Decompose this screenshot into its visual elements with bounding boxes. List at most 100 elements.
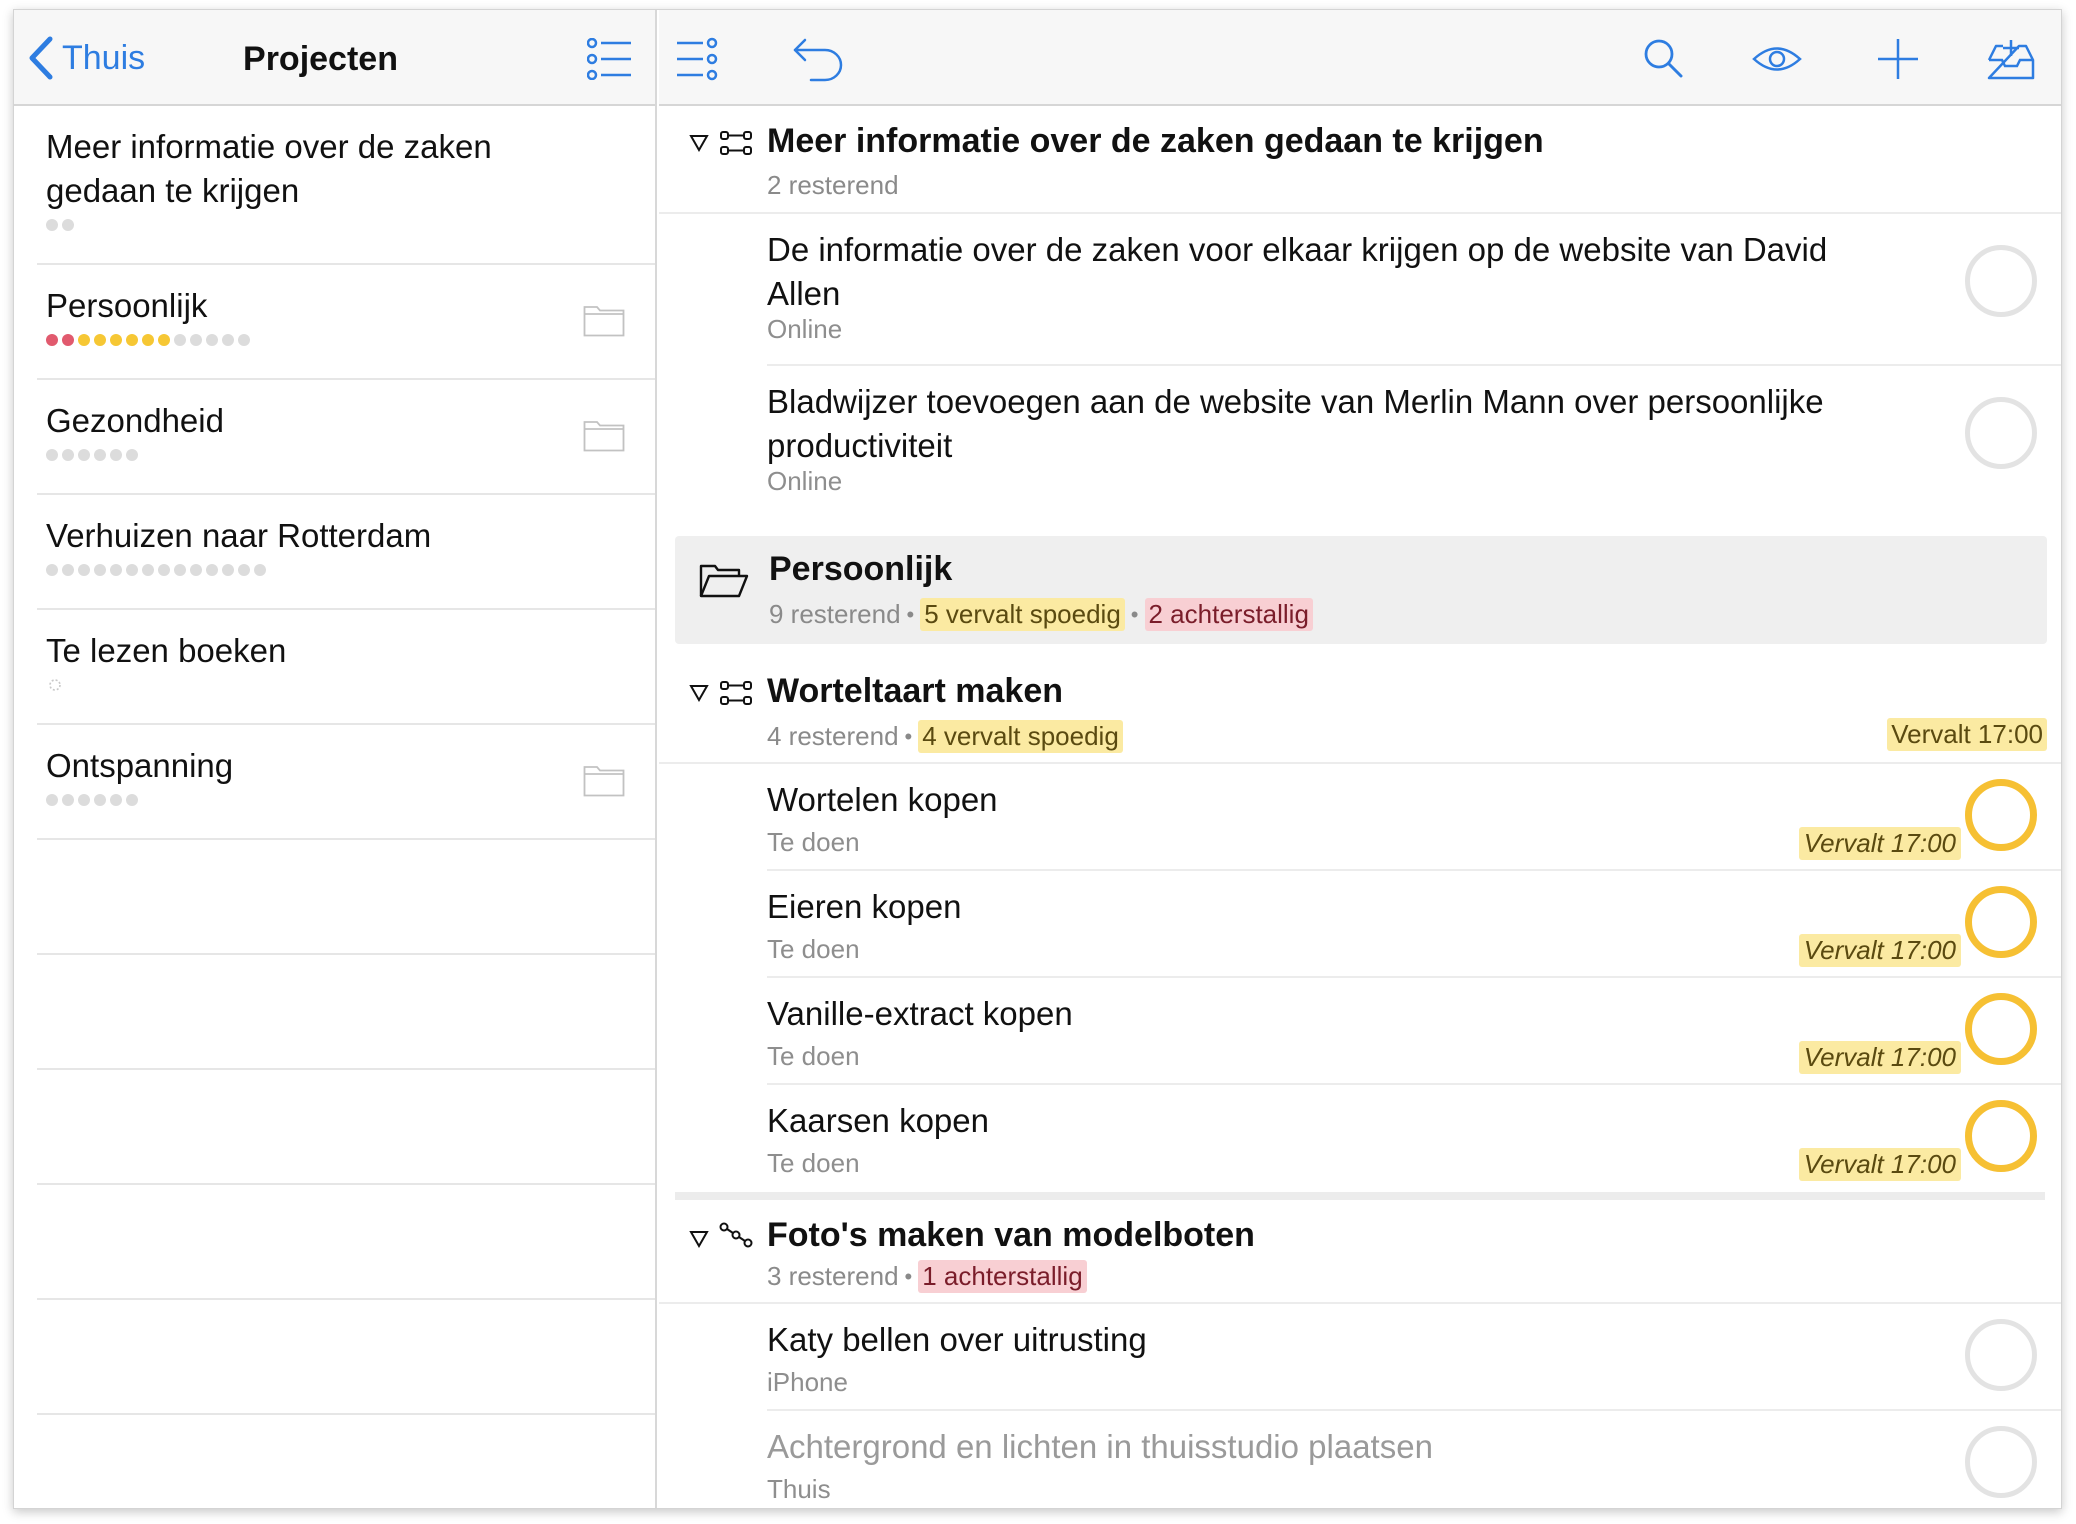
status-dot	[94, 449, 106, 461]
folder-summary: 9 resterend • 5 vervalt spoedig • 2 acht…	[769, 598, 1313, 631]
task-checkbox[interactable]	[1965, 397, 2037, 469]
separator: •	[906, 601, 915, 627]
task-due-badge: Vervalt 17:00	[1798, 1148, 1961, 1181]
status-dot	[46, 794, 58, 806]
status-dot	[142, 334, 154, 346]
empty-project-spinner-icon	[49, 679, 61, 691]
status-dot	[158, 564, 170, 576]
status-dot	[190, 334, 202, 346]
task-row[interactable]: Eieren kopen Te doen Vervalt 17:00	[767, 871, 2061, 978]
project-name: Ontspanning	[46, 747, 234, 784]
disclosure-triangle-icon[interactable]	[689, 1230, 709, 1248]
status-dot	[110, 794, 122, 806]
task-context: Te doen	[767, 1148, 860, 1178]
separator: •	[904, 723, 913, 749]
view-options-icon[interactable]	[675, 36, 719, 82]
project-row-worteltaart[interactable]: Worteltaart maken 4 resterend • 4 verval…	[659, 656, 2061, 764]
remaining-count: 3 resterend	[767, 1261, 899, 1291]
remaining-count: 4 resterend	[767, 721, 899, 751]
task-row[interactable]: Vanille-extract kopen Te doen Vervalt 17…	[767, 978, 2061, 1085]
status-dot	[78, 794, 90, 806]
task-context: iPhone	[767, 1367, 848, 1397]
project-title: Meer informatie over de zaken gedaan te …	[767, 122, 1544, 160]
project-title: Worteltaart maken	[767, 672, 1064, 710]
list-view-icon[interactable]	[587, 38, 633, 80]
project-status-dots	[46, 794, 138, 806]
empty-list-row	[37, 1300, 655, 1415]
separator: •	[1130, 601, 1139, 627]
sequential-project-icon	[720, 681, 752, 705]
task-checkbox-due[interactable]	[1965, 1100, 2037, 1172]
task-row[interactable]: De informatie over de zaken voor elkaar …	[767, 214, 2061, 366]
task-title: Wortelen kopen	[767, 781, 998, 818]
sequential-project-icon	[720, 131, 752, 155]
status-dot	[126, 334, 138, 346]
task-title: Kaarsen kopen	[767, 1102, 989, 1139]
project-name: Gezondheid	[46, 402, 224, 439]
task-row-unavailable[interactable]: Achtergrond en lichten in thuisstudio pl…	[767, 1411, 2061, 1508]
outline-pane: Meer informatie over de zaken gedaan te …	[659, 10, 2061, 1508]
status-dot	[62, 334, 74, 346]
status-dot	[190, 564, 202, 576]
disclosure-triangle-icon[interactable]	[689, 134, 709, 152]
status-dot	[158, 334, 170, 346]
task-row[interactable]: Wortelen kopen Te doen Vervalt 17:00	[767, 764, 2061, 871]
folder-row-persoonlijk[interactable]: Persoonlijk 9 resterend • 5 vervalt spoe…	[675, 536, 2047, 644]
remaining-count: 9 resterend	[769, 599, 901, 629]
project-item-meer-informatie[interactable]: Meer informatie over de zaken gedaan te …	[37, 106, 655, 265]
project-row-fotos-modelboten[interactable]: Foto's maken van modelboten 3 resterend …	[659, 1200, 2061, 1304]
status-dot	[206, 564, 218, 576]
task-context: Te doen	[767, 827, 860, 857]
task-checkbox[interactable]	[1965, 1426, 2037, 1498]
empty-list-row	[37, 840, 655, 955]
task-checkbox-due[interactable]	[1965, 886, 2037, 958]
project-name: Persoonlijk	[46, 287, 208, 324]
status-dot	[94, 334, 106, 346]
status-dot	[238, 564, 250, 576]
search-icon[interactable]	[1643, 36, 1683, 82]
task-checkbox-due[interactable]	[1965, 779, 2037, 851]
task-due-badge: Vervalt 17:00	[1798, 827, 1961, 860]
status-dot	[62, 794, 74, 806]
add-icon[interactable]	[1877, 36, 1919, 82]
sidebar-title: Projecten	[243, 40, 398, 78]
task-checkbox-due[interactable]	[1965, 993, 2037, 1065]
inbox-add-icon[interactable]	[1987, 36, 2035, 82]
project-item-persoonlijk[interactable]: Persoonlijk	[37, 265, 655, 380]
main-toolbar	[659, 10, 2061, 106]
project-row-meer-informatie[interactable]: Meer informatie over de zaken gedaan te …	[659, 106, 2061, 214]
status-dot	[78, 564, 90, 576]
undo-icon[interactable]	[791, 36, 847, 82]
disclosure-triangle-icon[interactable]	[689, 684, 709, 702]
status-dot	[206, 334, 218, 346]
parallel-project-icon	[719, 1222, 753, 1248]
task-checkbox[interactable]	[1965, 1319, 2037, 1391]
project-status-dots	[46, 334, 250, 346]
task-row[interactable]: Katy bellen over uitrusting iPhone	[767, 1304, 2061, 1411]
project-item-ontspanning[interactable]: Ontspanning	[37, 725, 655, 840]
status-dot	[46, 564, 58, 576]
project-status-dots	[46, 219, 74, 231]
status-dot	[126, 449, 138, 461]
task-title: Bladwijzer toevoegen aan de website van …	[767, 383, 1824, 464]
project-item-te-lezen-boeken[interactable]: Te lezen boeken	[37, 610, 655, 725]
task-context: Te doen	[767, 934, 860, 964]
due-soon-badge: 5 vervalt spoedig	[920, 598, 1125, 631]
folder-icon	[583, 421, 625, 452]
task-row[interactable]: Bladwijzer toevoegen aan de website van …	[767, 366, 2061, 516]
project-item-gezondheid[interactable]: Gezondheid	[37, 380, 655, 495]
project-item-verhuizen[interactable]: Verhuizen naar Rotterdam	[37, 495, 655, 610]
folder-title: Persoonlijk	[769, 550, 953, 588]
task-checkbox[interactable]	[1965, 245, 2037, 317]
eye-icon[interactable]	[1752, 36, 1802, 82]
task-row[interactable]: Kaarsen kopen Te doen Vervalt 17:00	[767, 1085, 2061, 1192]
separator: •	[904, 1263, 913, 1289]
project-summary: 3 resterend • 1 achterstallig	[767, 1260, 1087, 1293]
status-dot	[62, 564, 74, 576]
task-context: Te doen	[767, 1041, 860, 1071]
remaining-count: 2 resterend	[767, 170, 899, 200]
status-dot	[222, 334, 234, 346]
task-title: Eieren kopen	[767, 888, 962, 925]
task-context: Thuis	[767, 1474, 831, 1504]
status-dot	[46, 334, 58, 346]
